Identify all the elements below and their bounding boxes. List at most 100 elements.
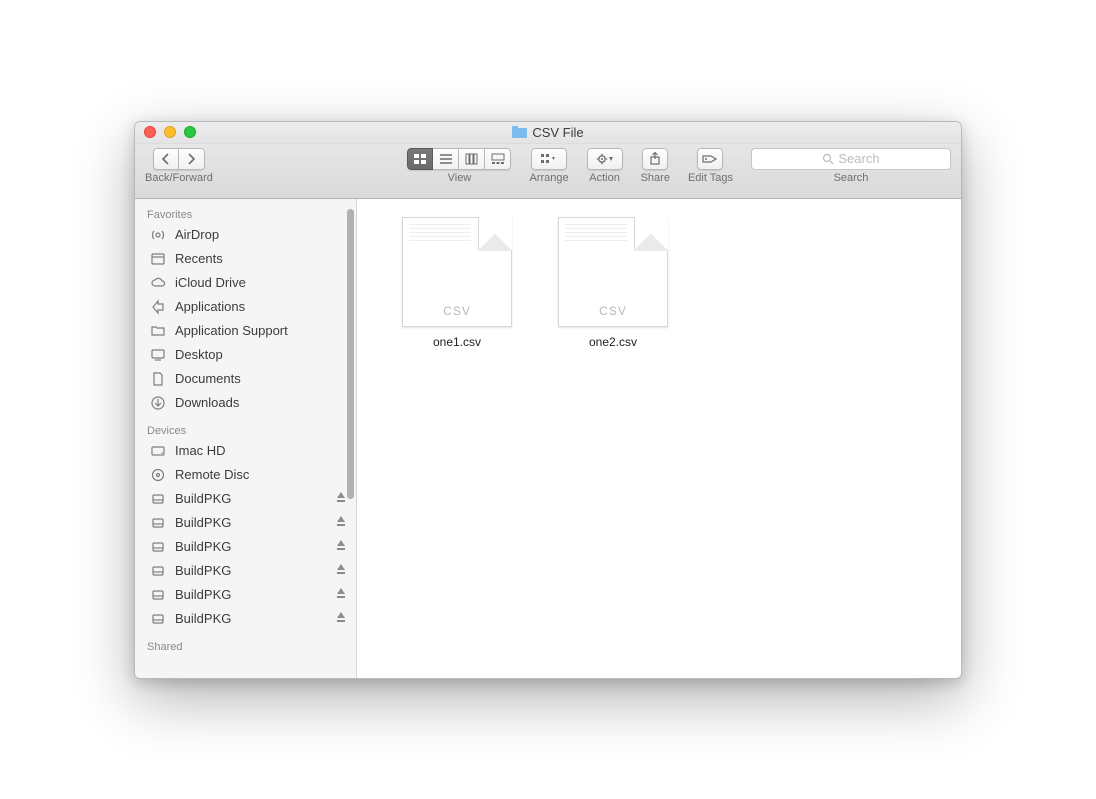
downloads-icon [149, 395, 167, 411]
sidebar-item-label: Applications [175, 299, 245, 314]
sidebar-section-header: Devices [135, 421, 356, 439]
sidebar-item-downloads[interactable]: Downloads [135, 391, 356, 415]
ext-icon [149, 587, 167, 603]
action-label: Action [589, 172, 620, 184]
view-columns-button[interactable] [459, 148, 485, 170]
share-button[interactable] [642, 148, 668, 170]
toolbar: Back/Forward View [135, 144, 961, 199]
csv-file-icon: CSV [558, 217, 668, 327]
sidebar-item-buildpkg[interactable]: BuildPKG [135, 583, 356, 607]
sidebar-item-label: Imac HD [175, 443, 226, 458]
ext-icon [149, 491, 167, 507]
desktop-icon [149, 347, 167, 363]
sidebar-item-buildpkg[interactable]: BuildPKG [135, 607, 356, 631]
icloud-icon [149, 275, 167, 291]
sidebar-item-label: Documents [175, 371, 241, 386]
csv-file-icon: CSV [402, 217, 512, 327]
file-item[interactable]: CSV one1.csv [397, 217, 517, 349]
file-name: one2.csv [589, 335, 637, 349]
sidebar-item-buildpkg[interactable]: BuildPKG [135, 535, 356, 559]
search-input[interactable]: Search [751, 148, 951, 170]
ext-icon [149, 611, 167, 627]
sidebar-item-label: BuildPKG [175, 491, 231, 506]
sidebar-item-icloud-drive[interactable]: iCloud Drive [135, 271, 356, 295]
recents-icon [149, 251, 167, 267]
minimize-button[interactable] [164, 126, 176, 138]
sidebar-item-buildpkg[interactable]: BuildPKG [135, 559, 356, 583]
sidebar-item-label: BuildPKG [175, 611, 231, 626]
sidebar-item-label: iCloud Drive [175, 275, 246, 290]
ext-icon [149, 515, 167, 531]
nav-label: Back/Forward [145, 172, 213, 184]
disc-icon [149, 467, 167, 483]
search-group: Search Search [751, 148, 951, 184]
titlebar: CSV File [135, 122, 961, 144]
ext-icon [149, 563, 167, 579]
sidebar-item-applications[interactable]: Applications [135, 295, 356, 319]
search-label: Search [834, 172, 869, 184]
folder-icon [149, 323, 167, 339]
share-group: Share [641, 148, 670, 184]
sidebar-item-label: Recents [175, 251, 223, 266]
eject-icon[interactable] [336, 587, 346, 602]
window-title: CSV File [532, 125, 583, 140]
eject-icon[interactable] [336, 563, 346, 578]
search-placeholder: Search [838, 151, 879, 166]
airdrop-icon [149, 227, 167, 243]
eject-icon[interactable] [336, 611, 346, 626]
file-item[interactable]: CSV one2.csv [553, 217, 673, 349]
sidebar-item-label: Desktop [175, 347, 223, 362]
back-button[interactable] [153, 148, 179, 170]
sidebar-item-recents[interactable]: Recents [135, 247, 356, 271]
sidebar-item-label: Downloads [175, 395, 239, 410]
hd-icon [149, 443, 167, 459]
eject-icon[interactable] [336, 539, 346, 554]
sidebar-section-header: Favorites [135, 205, 356, 223]
sidebar-item-buildpkg[interactable]: BuildPKG [135, 487, 356, 511]
sidebar-item-buildpkg[interactable]: BuildPKG [135, 511, 356, 535]
sidebar-item-label: AirDrop [175, 227, 219, 242]
tags-group: Edit Tags [688, 148, 733, 184]
edit-tags-button[interactable] [697, 148, 723, 170]
file-area[interactable]: CSV one1.csv CSV one2.csv [357, 199, 961, 678]
close-button[interactable] [144, 126, 156, 138]
sidebar-scrollbar[interactable] [347, 209, 354, 499]
zoom-button[interactable] [184, 126, 196, 138]
file-badge: CSV [403, 304, 511, 318]
eject-icon[interactable] [336, 515, 346, 530]
action-group: Action [587, 148, 623, 184]
view-gallery-button[interactable] [485, 148, 511, 170]
sidebar-item-label: BuildPKG [175, 563, 231, 578]
window-controls [144, 126, 196, 138]
view-group: View [407, 148, 511, 184]
search-icon [822, 153, 834, 165]
sidebar-item-label: BuildPKG [175, 539, 231, 554]
sidebar-item-documents[interactable]: Documents [135, 367, 356, 391]
sidebar-section-header: Shared [135, 637, 356, 655]
view-list-button[interactable] [433, 148, 459, 170]
sidebar-item-imac-hd[interactable]: Imac HD [135, 439, 356, 463]
sidebar-item-remote-disc[interactable]: Remote Disc [135, 463, 356, 487]
arrange-button[interactable] [531, 148, 567, 170]
view-label: View [448, 172, 472, 184]
nav-group: Back/Forward [145, 148, 213, 184]
tags-label: Edit Tags [688, 172, 733, 184]
sidebar-item-application-support[interactable]: Application Support [135, 319, 356, 343]
sidebar-item-label: BuildPKG [175, 587, 231, 602]
forward-button[interactable] [179, 148, 205, 170]
share-label: Share [641, 172, 670, 184]
sidebar-item-airdrop[interactable]: AirDrop [135, 223, 356, 247]
view-icons-button[interactable] [407, 148, 433, 170]
eject-icon[interactable] [336, 491, 346, 506]
arrange-label: Arrange [529, 172, 568, 184]
action-button[interactable] [587, 148, 623, 170]
sidebar-item-label: BuildPKG [175, 515, 231, 530]
file-badge: CSV [559, 304, 667, 318]
sidebar[interactable]: Favorites AirDrop Recents iCloud Drive Appli… [135, 199, 357, 678]
apps-icon [149, 299, 167, 315]
sidebar-item-desktop[interactable]: Desktop [135, 343, 356, 367]
arrange-group: Arrange [529, 148, 568, 184]
sidebar-item-label: Remote Disc [175, 467, 249, 482]
file-name: one1.csv [433, 335, 481, 349]
sidebar-item-label: Application Support [175, 323, 288, 338]
